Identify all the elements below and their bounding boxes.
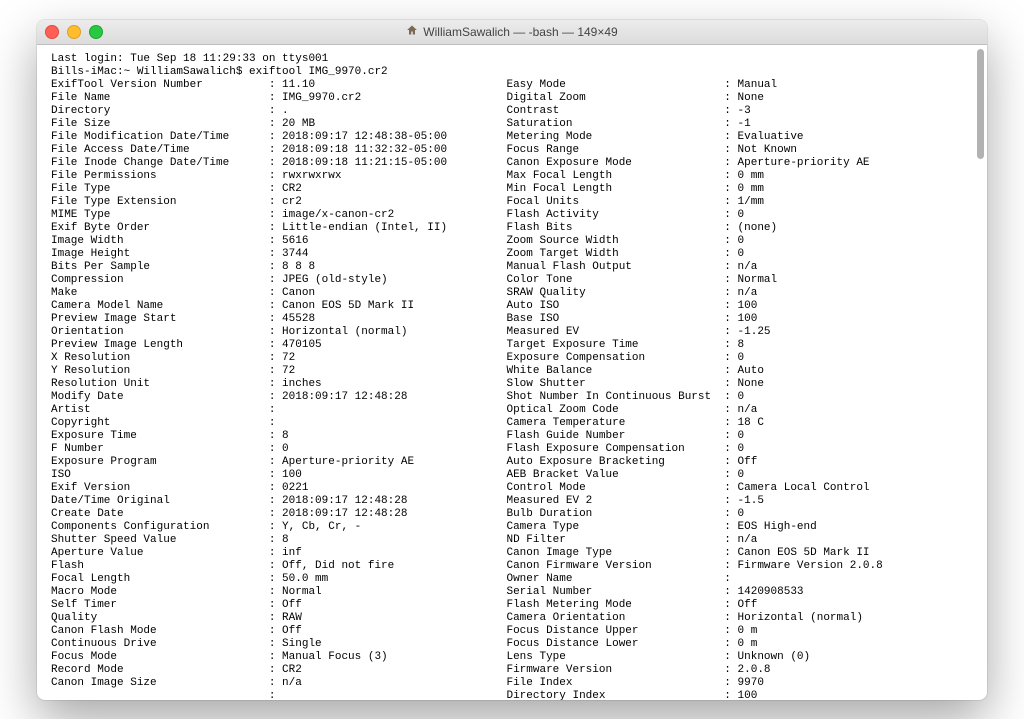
titlebar[interactable]: WilliamSawalich — -bash — 149×49 bbox=[37, 20, 987, 45]
terminal-content: Last login: Tue Sep 18 11:29:33 on ttys0… bbox=[37, 45, 987, 700]
terminal-window: WilliamSawalich — -bash — 149×49 Last lo… bbox=[37, 20, 987, 700]
scrollbar-track[interactable] bbox=[976, 49, 984, 696]
window-title: WilliamSawalich — -bash — 149×49 bbox=[37, 24, 987, 39]
traffic-lights bbox=[45, 25, 103, 39]
minimize-icon[interactable] bbox=[67, 25, 81, 39]
scrollbar-thumb[interactable] bbox=[977, 49, 984, 159]
terminal-output[interactable]: Last login: Tue Sep 18 11:29:33 on ttys0… bbox=[51, 53, 977, 700]
window-title-text: WilliamSawalich — -bash — 149×49 bbox=[423, 25, 617, 39]
home-icon bbox=[406, 24, 418, 39]
zoom-icon[interactable] bbox=[89, 25, 103, 39]
close-icon[interactable] bbox=[45, 25, 59, 39]
terminal-scroll-area[interactable]: Last login: Tue Sep 18 11:29:33 on ttys0… bbox=[37, 45, 987, 700]
